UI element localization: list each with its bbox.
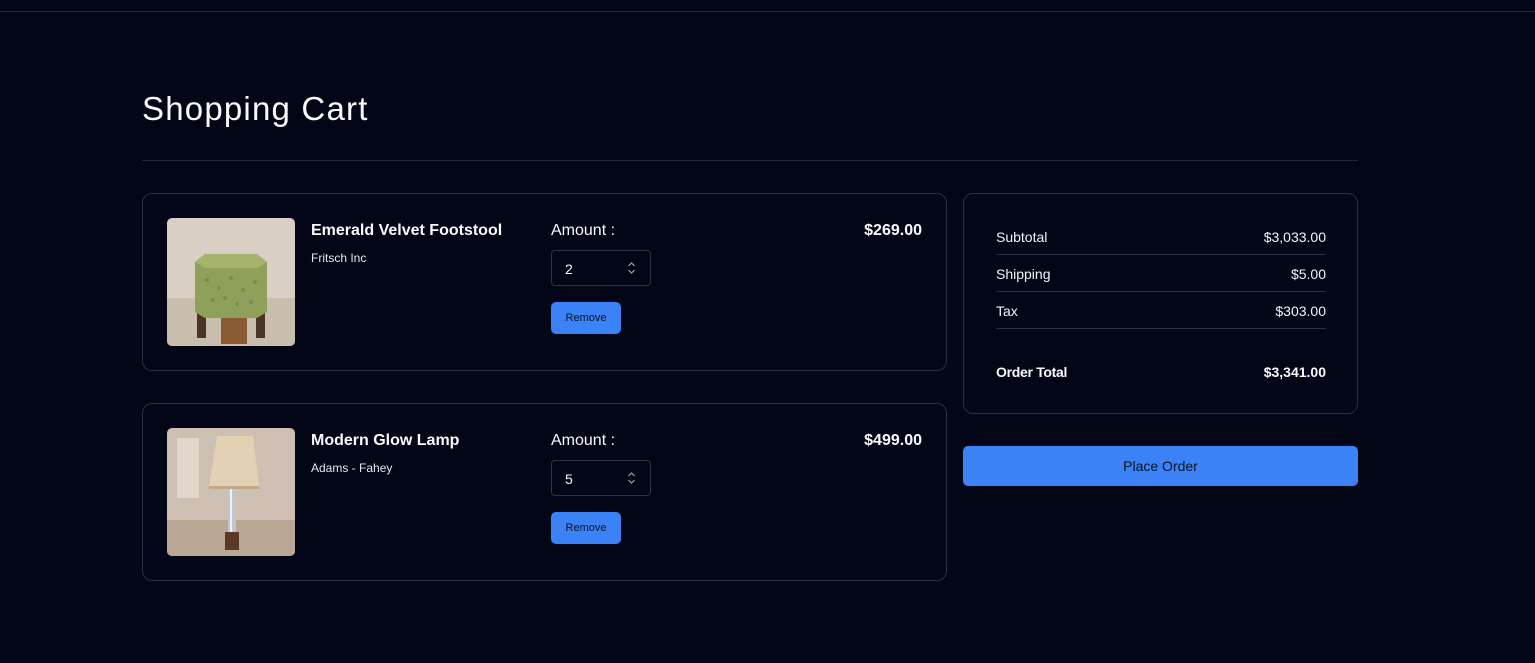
shipping-value: $5.00 xyxy=(1290,266,1326,282)
quantity-select[interactable]: 2 xyxy=(551,250,651,286)
page-title: Shopping Cart xyxy=(142,90,369,127)
product-image[interactable] xyxy=(167,218,295,346)
title-divider xyxy=(142,160,1358,161)
shipping-label: Shipping xyxy=(996,266,1051,282)
cart-item: Modern Glow Lamp Adams - Fahey Amount : … xyxy=(142,403,947,581)
amount-label: Amount : xyxy=(551,432,616,449)
chevron-up-down-icon xyxy=(628,262,635,274)
tax-row: Tax $303.00 xyxy=(996,292,1326,329)
product-name[interactable]: Emerald Velvet Footstool xyxy=(311,222,502,240)
shipping-row: Shipping $5.00 xyxy=(996,255,1326,292)
product-price: $499.00 xyxy=(864,432,922,449)
tax-label: Tax xyxy=(996,303,1018,319)
product-name[interactable]: Modern Glow Lamp xyxy=(311,432,459,450)
quantity-select[interactable]: 5 xyxy=(551,460,651,496)
tax-value: $303.00 xyxy=(1275,303,1326,319)
subtotal-label: Subtotal xyxy=(996,229,1048,245)
quantity-value: 5 xyxy=(565,471,573,487)
chevron-up-down-icon xyxy=(628,472,635,484)
place-order-button[interactable]: Place Order xyxy=(963,446,1358,486)
product-price: $269.00 xyxy=(864,222,922,239)
order-total-label: Order Total xyxy=(996,364,1068,380)
quantity-value: 2 xyxy=(565,261,573,277)
header-divider xyxy=(0,11,1535,12)
remove-button[interactable]: Remove xyxy=(551,512,621,544)
order-total-value: $3,341.00 xyxy=(1263,364,1326,380)
cart-item: Emerald Velvet Footstool Fritsch Inc Amo… xyxy=(142,193,947,371)
amount-label: Amount : xyxy=(551,222,616,239)
order-summary: Subtotal $3,033.00 Shipping $5.00 Tax $3… xyxy=(963,193,1358,414)
subtotal-row: Subtotal $3,033.00 xyxy=(996,218,1326,255)
remove-button[interactable]: Remove xyxy=(551,302,621,334)
product-image[interactable] xyxy=(167,428,295,556)
product-brand: Fritsch Inc xyxy=(311,251,367,265)
product-brand: Adams - Fahey xyxy=(311,461,393,475)
subtotal-value: $3,033.00 xyxy=(1263,229,1326,245)
order-total-row: Order Total $3,341.00 xyxy=(996,362,1326,382)
